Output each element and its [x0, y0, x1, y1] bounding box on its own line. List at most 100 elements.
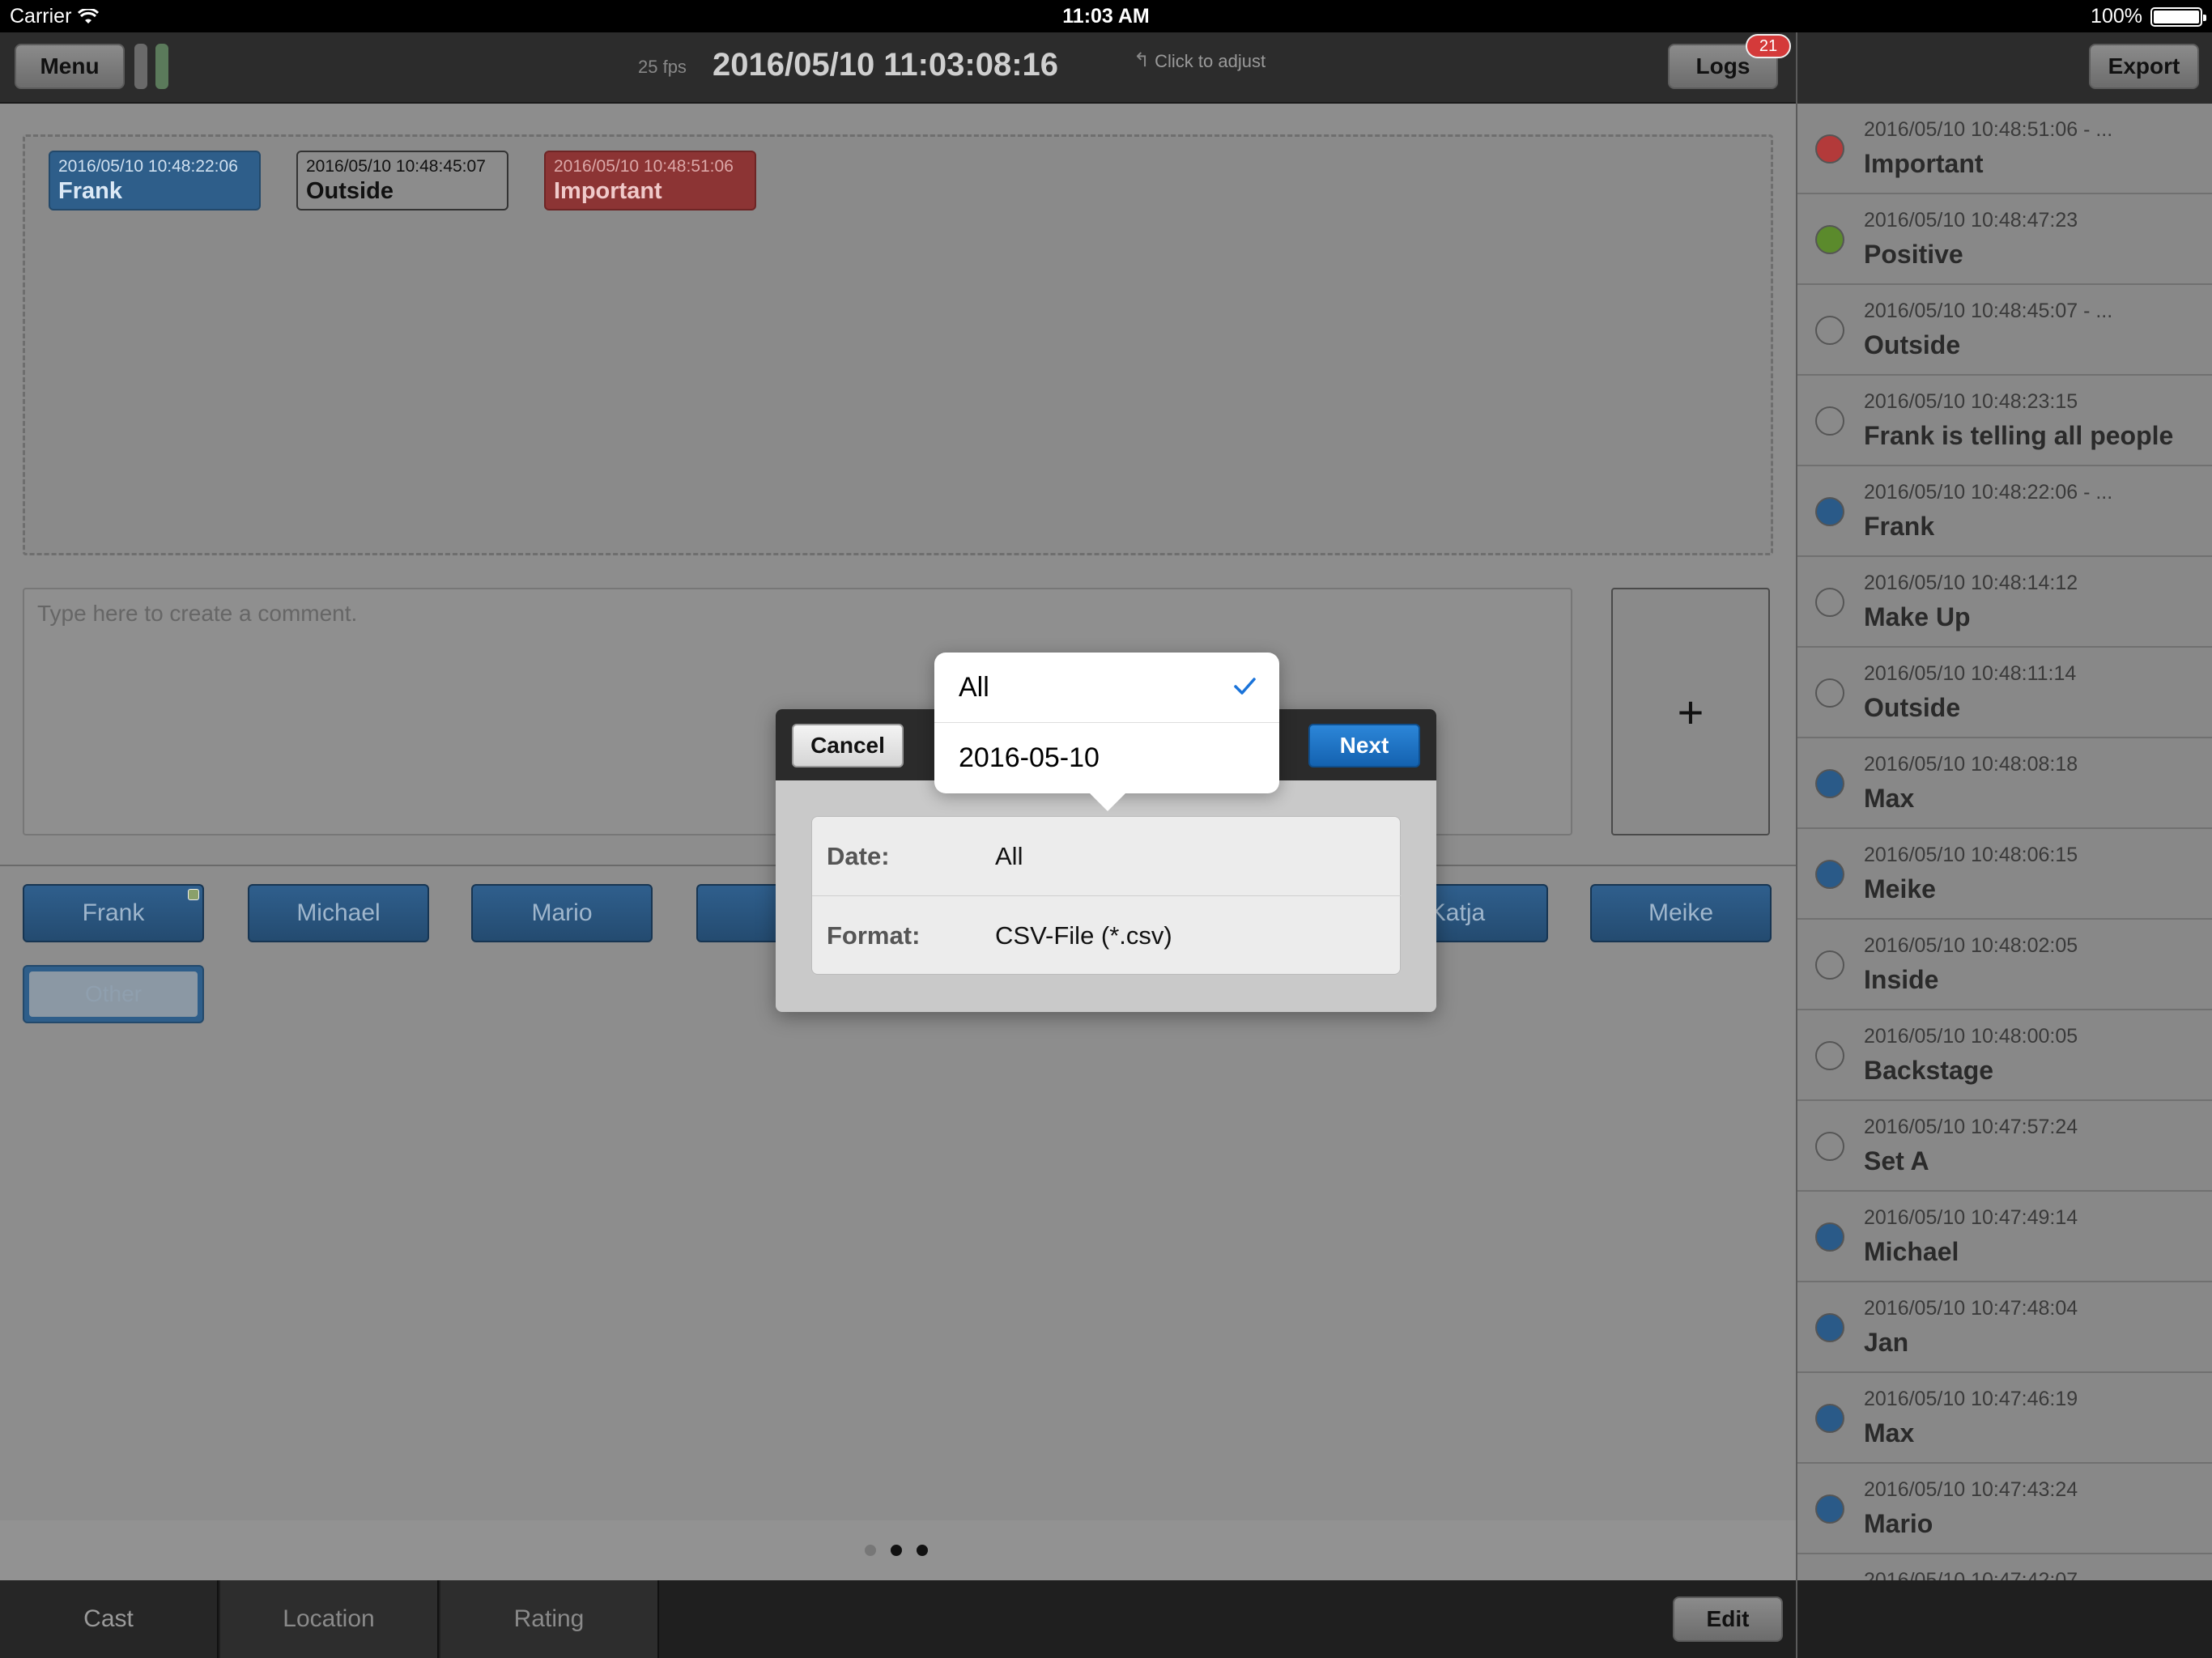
log-item-date: 2016/05/10 10:48:00:05	[1864, 1025, 2078, 1048]
export-form: Date: All Format: CSV-File (*.csv)	[811, 816, 1402, 976]
add-comment-button[interactable]: +	[1611, 588, 1770, 835]
log-item-name: Outside	[1864, 693, 1961, 722]
color-dot-icon	[1815, 950, 1844, 980]
log-item-date: 2016/05/10 10:48:08:18	[1864, 753, 2078, 776]
log-item-date: 2016/05/10 10:48:51:06 - ...	[1864, 118, 2113, 141]
log-item-name: Inside	[1864, 965, 1939, 994]
sidebar-toolbar: Export	[1797, 32, 2212, 104]
color-dot-icon	[1815, 588, 1844, 617]
date-row[interactable]: Date: All	[812, 817, 1402, 896]
cast-button-meike[interactable]: Meike	[1590, 884, 1772, 942]
log-item[interactable]: 2016/05/10 10:47:43:24 Mario	[1797, 1464, 2212, 1554]
log-item-name: Frank	[1864, 512, 1935, 541]
log-item-name: Make Up	[1864, 602, 1971, 631]
date-label: Date:	[827, 841, 890, 870]
page-dot[interactable]	[891, 1545, 902, 1556]
tag-outside[interactable]: 2016/05/10 10:48:45:07 Outside	[296, 151, 508, 210]
other-input-button[interactable]: Other	[23, 965, 204, 1023]
log-item[interactable]: 2016/05/10 10:48:47:23 Positive	[1797, 194, 2212, 285]
tag-name: Outside	[306, 178, 393, 204]
tag-drop-area[interactable]	[23, 134, 1773, 555]
status-bar: Carrier 11:03 AM 100%	[0, 0, 2212, 32]
active-indicator-icon	[188, 889, 199, 900]
fps-label: 25 fps	[638, 57, 687, 77]
date-value: All	[995, 841, 1023, 870]
format-value: CSV-File (*.csv)	[995, 921, 1172, 950]
log-item-date: 2016/05/10 10:48:47:23	[1864, 209, 2078, 232]
color-dot-icon	[1815, 497, 1844, 526]
page-indicator[interactable]	[865, 1545, 928, 1556]
menu-button[interactable]: Menu	[15, 44, 125, 89]
cast-button-frank[interactable]: Frank	[23, 884, 204, 942]
date-option-2016-05-10[interactable]: 2016-05-10	[934, 723, 1279, 793]
option-label: 2016-05-10	[959, 742, 1100, 773]
battery-group: 100%	[2091, 5, 2206, 28]
log-item-date: 2016/05/10 10:48:14:12	[1864, 572, 2078, 594]
log-item-date: 2016/05/10 10:48:02:05	[1864, 934, 2078, 957]
cast-button-mario[interactable]: Mario	[471, 884, 653, 942]
timecode-display[interactable]: 2016/05/10 11:03:08:16	[713, 47, 1058, 83]
log-item[interactable]: 2016/05/10 10:48:22:06 - ... Frank	[1797, 466, 2212, 557]
log-list[interactable]: 2016/05/10 10:48:51:06 - ... Important 201…	[1797, 104, 2212, 1645]
color-dot-icon	[1815, 406, 1844, 436]
adjust-hint[interactable]: ↰ Click to adjust	[1134, 49, 1266, 72]
cast-button-label: Frank	[82, 899, 145, 926]
log-item-name: Backstage	[1864, 1056, 1994, 1085]
log-item-date: 2016/05/10 10:47:43:24	[1864, 1478, 2078, 1501]
cancel-button[interactable]: Cancel	[792, 724, 904, 767]
next-button[interactable]: Next	[1308, 724, 1420, 767]
log-item-name: Outside	[1864, 330, 1961, 359]
page-dot[interactable]	[917, 1545, 928, 1556]
log-item[interactable]: 2016/05/10 10:47:57:24 Set A	[1797, 1101, 2212, 1192]
tag-name: Frank	[58, 178, 122, 204]
tag-important[interactable]: 2016/05/10 10:48:51:06 Important	[544, 151, 756, 210]
log-item-date: 2016/05/10 10:48:06:15	[1864, 844, 2078, 866]
color-dot-icon	[1815, 1041, 1844, 1070]
cast-button-label: Mario	[531, 899, 593, 926]
status-time: 11:03 AM	[1062, 5, 1150, 28]
color-dot-icon	[1815, 1494, 1844, 1524]
tab-rating[interactable]: Rating	[440, 1580, 659, 1658]
log-item-date: 2016/05/10 10:48:11:14	[1864, 662, 2077, 685]
log-item-name: Positive	[1864, 240, 1963, 269]
date-option-all[interactable]: All	[934, 653, 1279, 723]
pause-icon[interactable]	[134, 44, 173, 89]
log-item[interactable]: 2016/05/10 10:48:00:05 Backstage	[1797, 1010, 2212, 1101]
tag-date: 2016/05/10 10:48:51:06	[554, 157, 734, 176]
log-item[interactable]: 2016/05/10 10:48:11:14 Outside	[1797, 648, 2212, 738]
curved-arrow-icon: ↰	[1134, 49, 1151, 71]
tab-location[interactable]: Location	[220, 1580, 439, 1658]
cast-button-michael[interactable]: Michael	[248, 884, 429, 942]
log-item-date: 2016/05/10 10:47:46:19	[1864, 1388, 2078, 1410]
edit-button[interactable]: Edit	[1673, 1596, 1783, 1642]
log-item[interactable]: 2016/05/10 10:47:49:14 Michael	[1797, 1192, 2212, 1282]
log-item[interactable]: 2016/05/10 10:48:14:12 Make Up	[1797, 557, 2212, 648]
tab-cast[interactable]: Cast	[0, 1580, 219, 1658]
adjust-hint-label: Click to adjust	[1155, 51, 1266, 71]
color-dot-icon	[1815, 1404, 1844, 1433]
tag-frank[interactable]: 2016/05/10 10:48:22:06 Frank	[49, 151, 261, 210]
log-item[interactable]: 2016/05/10 10:48:02:05 Inside	[1797, 920, 2212, 1010]
cast-button-label: Michael	[296, 899, 381, 926]
log-item[interactable]: 2016/05/10 10:48:45:07 - ... Outside	[1797, 285, 2212, 376]
tag-date: 2016/05/10 10:48:45:07	[306, 157, 486, 176]
format-row[interactable]: Format: CSV-File (*.csv)	[812, 896, 1402, 976]
option-label: All	[959, 671, 989, 703]
export-button[interactable]: Export	[2089, 44, 2199, 89]
page-dot[interactable]	[865, 1545, 876, 1556]
color-dot-icon	[1815, 769, 1844, 798]
log-item[interactable]: 2016/05/10 10:48:23:15 Frank is telling a…	[1797, 376, 2212, 466]
color-dot-icon	[1815, 316, 1844, 345]
log-item[interactable]: 2016/05/10 10:47:46:19 Max	[1797, 1373, 2212, 1464]
log-item-date: 2016/05/10 10:48:23:15	[1864, 390, 2078, 413]
log-item-name: Jan	[1864, 1328, 1909, 1357]
log-item[interactable]: 2016/05/10 10:47:48:04 Jan	[1797, 1282, 2212, 1373]
log-item-name: Max	[1864, 1418, 1915, 1448]
log-item[interactable]: 2016/05/10 10:48:06:15 Meike	[1797, 829, 2212, 920]
log-item[interactable]: 2016/05/10 10:48:51:06 - ... Important	[1797, 104, 2212, 194]
log-item-date: 2016/05/10 10:47:57:24	[1864, 1116, 2078, 1138]
log-item[interactable]: 2016/05/10 10:48:08:18 Max	[1797, 738, 2212, 829]
log-item-date: 2016/05/10 10:48:22:06 - ...	[1864, 481, 2113, 504]
battery-icon	[2150, 6, 2206, 27]
color-dot-icon	[1815, 860, 1844, 889]
